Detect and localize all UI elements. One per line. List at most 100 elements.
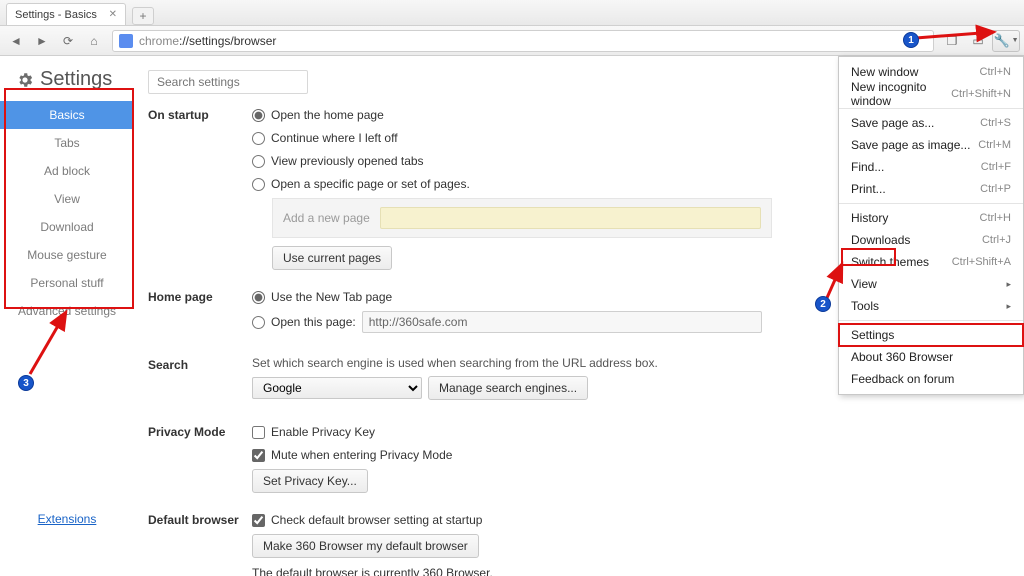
menu-shortcut: Ctrl+Shift+N <box>951 88 1011 100</box>
menu-item-save-page-as-image[interactable]: Save page as image...Ctrl+M <box>839 134 1023 156</box>
menu-item-tools[interactable]: Tools <box>839 295 1023 317</box>
section-heading: Default browser <box>148 511 252 576</box>
check-label: Enable Privacy Key <box>271 423 375 441</box>
section-heading: Privacy Mode <box>148 423 252 493</box>
radio-prev-tabs[interactable] <box>252 155 265 168</box>
sidebar-item-tabs[interactable]: Tabs <box>0 129 134 157</box>
menu-shortcut: Ctrl+S <box>980 117 1011 129</box>
close-tab-icon[interactable]: ✕ <box>101 9 117 20</box>
menu-item-label: New incognito window <box>851 80 951 108</box>
menu-item-label: New window <box>851 65 918 79</box>
new-tab-button[interactable]: + <box>132 7 154 25</box>
url-text: chrome://settings/browser <box>139 34 276 48</box>
radio-continue[interactable] <box>252 132 265 145</box>
sidebar-item-mouse-gesture[interactable]: Mouse gesture <box>0 241 134 269</box>
sidebar-list: BasicsTabsAd blockViewDownloadMouse gest… <box>0 101 134 325</box>
menu-item-feedback-on-forum[interactable]: Feedback on forum <box>839 368 1023 390</box>
manage-search-button[interactable]: Manage search engines... <box>428 376 588 400</box>
radio-specific[interactable] <box>252 178 265 191</box>
sidebar-item-personal-stuff[interactable]: Personal stuff <box>0 269 134 297</box>
menu-shortcut: Ctrl+P <box>980 183 1011 195</box>
section-heading: Search <box>148 356 252 405</box>
use-current-pages-button[interactable]: Use current pages <box>272 246 392 270</box>
reload-button[interactable]: ⟳ <box>56 30 80 52</box>
menu-item-downloads[interactable]: Downloads Ctrl+J <box>839 229 1023 251</box>
check-label: Check default browser setting at startup <box>271 511 482 529</box>
sidebar-item-ad-block[interactable]: Ad block <box>0 157 134 185</box>
back-button[interactable]: ◄ <box>4 30 28 52</box>
radio-label: Continue where I left off <box>271 129 398 147</box>
radio-label: Open the home page <box>271 106 384 124</box>
section-heading: On startup <box>148 106 252 270</box>
site-badge-icon <box>119 34 133 48</box>
set-privacy-key-button[interactable]: Set Privacy Key... <box>252 469 368 493</box>
menu-shortcut: Ctrl+N <box>980 66 1011 78</box>
section-heading: Home page <box>148 288 252 338</box>
menu-item-about-360-browser[interactable]: About 360 Browser <box>839 346 1023 368</box>
default-status: The default browser is currently 360 Bro… <box>252 564 493 576</box>
radio-label: Use the New Tab page <box>271 288 392 306</box>
menu-item-label: Switch themes <box>851 255 929 269</box>
sidebar-item-view[interactable]: View <box>0 185 134 213</box>
tab-title: Settings - Basics <box>15 9 97 21</box>
page-title: Settings <box>40 68 112 91</box>
tab-settings[interactable]: Settings - Basics ✕ <box>6 3 126 25</box>
sidebar-item-basics[interactable]: Basics <box>0 101 134 129</box>
sidebar-item-advanced-settings[interactable]: Advanced settings <box>0 297 134 325</box>
restore-button[interactable]: ❐ <box>940 30 964 52</box>
extensions-link[interactable]: Extensions <box>38 512 97 526</box>
menu-item-new-incognito-window[interactable]: New incognito windowCtrl+Shift+N <box>839 83 1023 105</box>
add-page-label: Add a new page <box>283 211 370 225</box>
page-title-row: Settings <box>0 68 134 101</box>
minimize-button[interactable]: ▭ <box>966 30 990 52</box>
menu-shortcut: Ctrl+F <box>981 161 1011 173</box>
menu-item-history[interactable]: History Ctrl+H <box>839 207 1023 229</box>
homepage-url-input[interactable] <box>362 311 762 333</box>
chevron-down-icon: ▼ <box>1012 37 1019 44</box>
menu-item-print[interactable]: Print... Ctrl+P <box>839 178 1023 200</box>
menu-item-label: Tools <box>851 299 879 313</box>
check-default-startup[interactable] <box>252 514 265 527</box>
section-privacy: Privacy Mode Enable Privacy Key Mute whe… <box>148 423 1000 493</box>
section-default-browser: Default browser Check default browser se… <box>148 511 1000 576</box>
menu-item-label: History <box>851 211 888 225</box>
menu-shortcut: Ctrl+Shift+A <box>952 256 1011 268</box>
search-settings-input[interactable] <box>148 70 308 94</box>
home-button[interactable]: ⌂ <box>82 30 106 52</box>
radio-openthis[interactable] <box>252 316 265 329</box>
forward-button[interactable]: ► <box>30 30 54 52</box>
sidebar: Settings BasicsTabsAd blockViewDownloadM… <box>0 56 134 576</box>
menu-item-switch-themes[interactable]: Switch themes Ctrl+Shift+A <box>839 251 1023 273</box>
address-bar[interactable]: chrome://settings/browser <box>112 30 934 52</box>
wrench-menu: New windowCtrl+NNew incognito windowCtrl… <box>838 56 1024 395</box>
wrench-icon: 🔧 <box>993 33 1009 49</box>
menu-shortcut: Ctrl+J <box>982 234 1011 246</box>
radio-label: View previously opened tabs <box>271 152 424 170</box>
menu-item-label: View <box>851 277 877 291</box>
radio-label: Open a specific page or set of pages. <box>271 175 470 193</box>
menu-item-find[interactable]: Find... Ctrl+F <box>839 156 1023 178</box>
search-engine-select[interactable]: Google <box>252 377 422 399</box>
wrench-menu-button[interactable]: 🔧▼ <box>992 30 1020 52</box>
gear-icon <box>16 71 34 89</box>
menu-item-label: Feedback on forum <box>851 372 954 386</box>
menu-item-settings[interactable]: Settings <box>839 324 1023 346</box>
make-default-button[interactable]: Make 360 Browser my default browser <box>252 534 479 558</box>
check-enable-privacy[interactable] <box>252 426 265 439</box>
radio-open-home[interactable] <box>252 109 265 122</box>
menu-item-view[interactable]: View <box>839 273 1023 295</box>
sidebar-item-download[interactable]: Download <box>0 213 134 241</box>
menu-item-label: Find... <box>851 160 884 174</box>
menu-item-label: Downloads <box>851 233 910 247</box>
menu-item-label: Print... <box>851 182 886 196</box>
add-page-input[interactable] <box>380 207 761 229</box>
check-label: Mute when entering Privacy Mode <box>271 446 452 464</box>
radio-newtab[interactable] <box>252 291 265 304</box>
check-mute-privacy[interactable] <box>252 449 265 462</box>
toolbar: ◄ ► ⟳ ⌂ chrome://settings/browser ❐ ▭ 🔧▼ <box>0 26 1024 56</box>
radio-label: Open this page: <box>271 313 356 331</box>
menu-item-save-page-as[interactable]: Save page as...Ctrl+S <box>839 112 1023 134</box>
menu-shortcut: Ctrl+H <box>980 212 1011 224</box>
menu-item-label: Settings <box>851 328 894 342</box>
menu-item-label: About 360 Browser <box>851 350 953 364</box>
